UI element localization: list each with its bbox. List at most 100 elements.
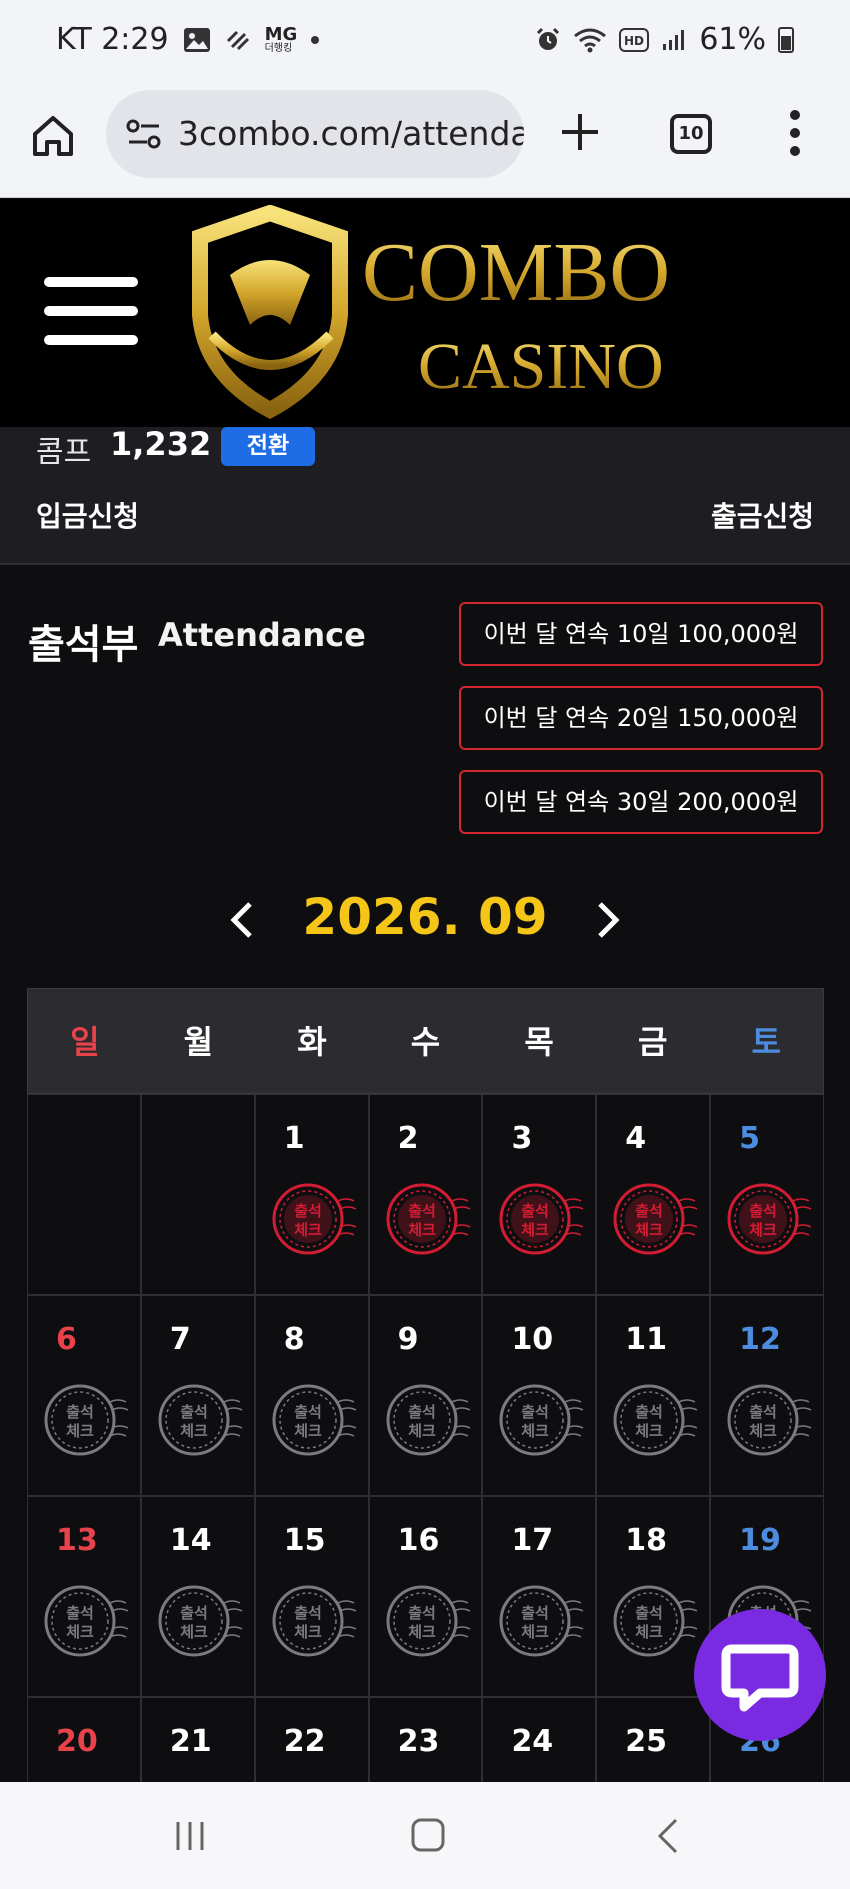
carrier-time: KT 2:29: [56, 22, 169, 57]
next-month-icon[interactable]: [594, 900, 622, 940]
day-number: 2: [397, 1121, 419, 1156]
svg-text:체크: 체크: [522, 1221, 550, 1239]
svg-text:출석: 출석: [635, 1604, 663, 1622]
attendance-stamp-checked-icon: 출석체크: [386, 1183, 470, 1255]
convert-button[interactable]: 전환: [221, 427, 315, 466]
calendar-day[interactable]: 13 출석 체크: [27, 1496, 141, 1697]
image-icon: [183, 27, 210, 52]
day-number: 1: [283, 1121, 305, 1156]
tab-switcher-button[interactable]: 10: [670, 114, 712, 154]
day-number: 20: [56, 1724, 98, 1759]
svg-text:출석: 출석: [66, 1604, 94, 1622]
calendar-day[interactable]: 23출석체크: [368, 1697, 483, 1782]
back-icon[interactable]: [654, 1816, 680, 1856]
calendar-day[interactable]: 14 출석 체크: [140, 1496, 255, 1697]
calendar-day[interactable]: 4 출석 체크: [596, 1094, 711, 1295]
calendar-day[interactable]: 6 출석 체크: [27, 1295, 141, 1496]
attendance-stamp-unchecked-icon: 출석체크: [158, 1384, 243, 1456]
svg-text:CASINO: CASINO: [418, 330, 664, 403]
attendance-stamp-unchecked-icon: 출석체크: [386, 1585, 470, 1657]
calendar-day[interactable]: 10 출석 체크: [482, 1295, 597, 1496]
calendar-day[interactable]: 9 출석 체크: [368, 1295, 483, 1496]
svg-text:체크: 체크: [294, 1221, 322, 1239]
day-number: 13: [56, 1523, 98, 1558]
day-number: 14: [169, 1523, 212, 1558]
day-number: 24: [511, 1724, 554, 1759]
calendar-day[interactable]: 11 출석 체크: [596, 1295, 711, 1496]
prev-month-icon[interactable]: [228, 900, 256, 940]
calendar-day[interactable]: 7 출석 체크: [140, 1295, 255, 1496]
attendance-stamp-unchecked-icon: 출석체크: [613, 1585, 698, 1657]
attendance-stamp-unchecked-icon: 출석체크: [272, 1384, 357, 1456]
svg-text:체크: 체크: [635, 1422, 663, 1440]
calendar-day[interactable]: 8 출석 체크: [254, 1295, 369, 1496]
alarm-icon: [537, 27, 560, 50]
day-number: 16: [397, 1523, 440, 1558]
combo-casino-logo[interactable]: COMBO CASINO: [190, 205, 670, 419]
weekday-tue: 화: [297, 1023, 327, 1061]
svg-text:출석: 출석: [522, 1604, 550, 1622]
svg-text:체크: 체크: [522, 1623, 550, 1641]
attendance-stamp-checked-icon: 출석체크: [272, 1183, 357, 1255]
svg-text:출석: 출석: [180, 1604, 208, 1622]
weekday-wed: 수: [410, 1023, 441, 1061]
attendance-stamp-checked-icon: 출석체크: [727, 1183, 812, 1255]
svg-text:체크: 체크: [66, 1623, 94, 1641]
day-number: 4: [625, 1121, 647, 1156]
svg-text:출석: 출석: [635, 1403, 663, 1421]
deposit-request-link[interactable]: 입금신청: [36, 495, 139, 535]
calendar-day[interactable]: 17 출석 체크: [482, 1496, 597, 1697]
day-number: 8: [283, 1322, 305, 1357]
attendance-stamp-unchecked-icon: 출석체크: [272, 1585, 357, 1657]
withdraw-request-link[interactable]: 출금신청: [711, 495, 814, 535]
calendar-day[interactable]: 5 출석 체크: [710, 1094, 825, 1295]
attendance-section: 출석부 Attendance 이번 달 연속 10일 100,000원 이번 달…: [0, 566, 850, 1782]
day-number: 18: [625, 1523, 668, 1558]
svg-text:체크: 체크: [180, 1623, 208, 1641]
site-settings-icon[interactable]: [126, 118, 162, 150]
recent-apps-icon[interactable]: [172, 1818, 208, 1854]
calendar-day-empty: [27, 1094, 141, 1295]
hd-voice-icon: HD: [619, 27, 650, 52]
calendar-day[interactable]: 12 출석 체크: [710, 1295, 825, 1496]
calendar-week: 1 출석 체크 2 출석 체크 3 출석 체크 4 출석 체크 5 출석 체크: [27, 1094, 825, 1295]
attendance-stamp-unchecked-icon: 출석체크: [727, 1384, 812, 1456]
attendance-stamp-unchecked-icon: 출석체크: [386, 1384, 470, 1456]
month-navigation: 2026. 09: [0, 882, 850, 962]
reward-list: 이번 달 연속 10일 100,000원 이번 달 연속 20일 150,000…: [459, 602, 823, 854]
svg-text:출석: 출석: [180, 1403, 208, 1421]
svg-text:출석: 출석: [408, 1403, 436, 1421]
site-header: COMBO CASINO: [0, 199, 850, 427]
comp-value: 1,232: [110, 425, 212, 463]
calendar-day[interactable]: 3 출석 체크: [482, 1094, 597, 1295]
calendar-day[interactable]: 2 출석 체크: [368, 1094, 483, 1295]
live-chat-button[interactable]: [694, 1609, 826, 1741]
day-number: 6: [56, 1322, 77, 1357]
day-number: 21: [169, 1724, 212, 1759]
home-icon[interactable]: [30, 112, 76, 158]
address-bar[interactable]: 3combo.com/attendance: [106, 90, 524, 178]
calendar-day[interactable]: 22출석체크: [254, 1697, 369, 1782]
calendar-day[interactable]: 24출석체크: [482, 1697, 597, 1782]
svg-text:출석: 출석: [749, 1403, 777, 1421]
data-saver-icon: [226, 30, 249, 50]
calendar-day[interactable]: 20출석체크: [27, 1697, 141, 1782]
calendar-day[interactable]: 15 출석 체크: [254, 1496, 369, 1697]
day-number: 7: [169, 1322, 191, 1357]
day-number: 15: [283, 1523, 326, 1558]
calendar-day[interactable]: 21출석체크: [140, 1697, 255, 1782]
new-tab-icon[interactable]: [558, 110, 602, 154]
page-title: 출석부: [28, 622, 139, 668]
calendar-day[interactable]: 16 출석 체크: [368, 1496, 483, 1697]
calendar-day[interactable]: 1 출석 체크: [254, 1094, 369, 1295]
svg-text:체크: 체크: [522, 1422, 550, 1440]
menu-icon[interactable]: [44, 277, 138, 345]
svg-text:COMBO: COMBO: [362, 226, 670, 319]
battery-icon: [778, 26, 794, 53]
more-options-icon[interactable]: [788, 108, 802, 158]
home-nav-icon[interactable]: [410, 1816, 446, 1854]
svg-text:HD: HD: [624, 34, 644, 48]
svg-text:출석: 출석: [749, 1202, 777, 1220]
svg-text:체크: 체크: [294, 1623, 322, 1641]
svg-text:체크: 체크: [180, 1422, 208, 1440]
